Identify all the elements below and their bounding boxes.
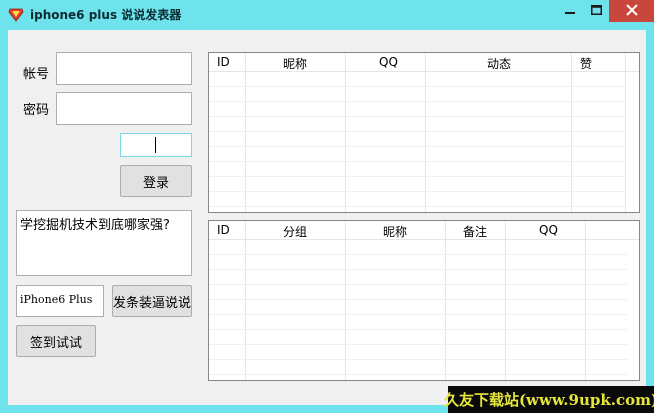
- app-window: iphone6 plus 说说发表器 帐号 密码 登录 学挖掘机技术到底哪家强?…: [0, 0, 654, 413]
- friends-row-line: [209, 284, 627, 285]
- feed-table-header: [209, 53, 639, 72]
- feed-table[interactable]: ID 昵称 QQ 动态 赞: [208, 52, 640, 213]
- device-name-input[interactable]: iPhone6 Plus: [16, 285, 104, 317]
- text-cursor: [155, 137, 156, 153]
- maximize-icon: [590, 4, 602, 18]
- feed-row-line: [209, 131, 627, 132]
- post-content-textarea[interactable]: 学挖掘机技术到底哪家强?: [16, 210, 192, 276]
- friends-row-line: [209, 329, 627, 330]
- friends-row-line: [209, 269, 627, 270]
- friends-row-line: [209, 374, 627, 375]
- feed-row-line: [209, 191, 627, 192]
- app-logo-icon: [8, 6, 24, 22]
- close-icon: [625, 3, 638, 19]
- friends-col-group: 分组: [246, 221, 346, 380]
- window-title: iphone6 plus 说说发表器: [30, 8, 182, 22]
- feed-col-nickname: 昵称: [246, 53, 346, 212]
- password-label: 密码: [23, 103, 50, 118]
- friends-row-line: [209, 314, 627, 315]
- friends-row-line: [209, 299, 627, 300]
- friends-table[interactable]: ID 分组 昵称 备注 QQ: [208, 220, 640, 381]
- minimize-icon: [565, 4, 575, 18]
- login-button[interactable]: 登录: [120, 165, 192, 197]
- feed-col-id: ID: [209, 53, 246, 212]
- feed-row-line: [209, 146, 627, 147]
- account-label: 帐号: [23, 67, 50, 82]
- friends-col-id: ID: [209, 221, 246, 380]
- close-button[interactable]: [609, 0, 654, 22]
- checkin-button[interactable]: 签到试试: [16, 325, 96, 357]
- feed-col-qq: QQ: [346, 53, 426, 212]
- password-input[interactable]: [56, 92, 192, 125]
- friends-col-nickname: 昵称: [346, 221, 446, 380]
- friends-col-qq: QQ: [506, 221, 586, 380]
- friends-row-line: [209, 254, 627, 255]
- feed-row-line: [209, 116, 627, 117]
- friends-row-line: [209, 359, 627, 360]
- send-post-button[interactable]: 发条装逼说说: [112, 285, 192, 317]
- feed-row-line: [209, 176, 627, 177]
- feed-row-line: [209, 161, 627, 162]
- minimize-button[interactable]: [557, 0, 583, 22]
- feed-col-status: 动态: [426, 53, 572, 212]
- feed-row-line: [209, 206, 627, 207]
- friends-col-note: 备注: [446, 221, 506, 380]
- feed-row-line: [209, 86, 627, 87]
- site-watermark: 久友下载站(www.9upk.com): [444, 386, 654, 413]
- feed-col-likes: 赞: [572, 53, 626, 212]
- account-input[interactable]: [56, 52, 192, 85]
- maximize-button[interactable]: [583, 0, 609, 22]
- feed-row-line: [209, 101, 627, 102]
- title-bar[interactable]: iphone6 plus 说说发表器: [0, 0, 654, 30]
- captcha-input[interactable]: [120, 133, 192, 157]
- client-area: 帐号 密码 登录 学挖掘机技术到底哪家强? iPhone6 Plus 发条装逼说…: [8, 30, 646, 405]
- friends-row-line: [209, 344, 627, 345]
- friends-table-header: [209, 221, 639, 240]
